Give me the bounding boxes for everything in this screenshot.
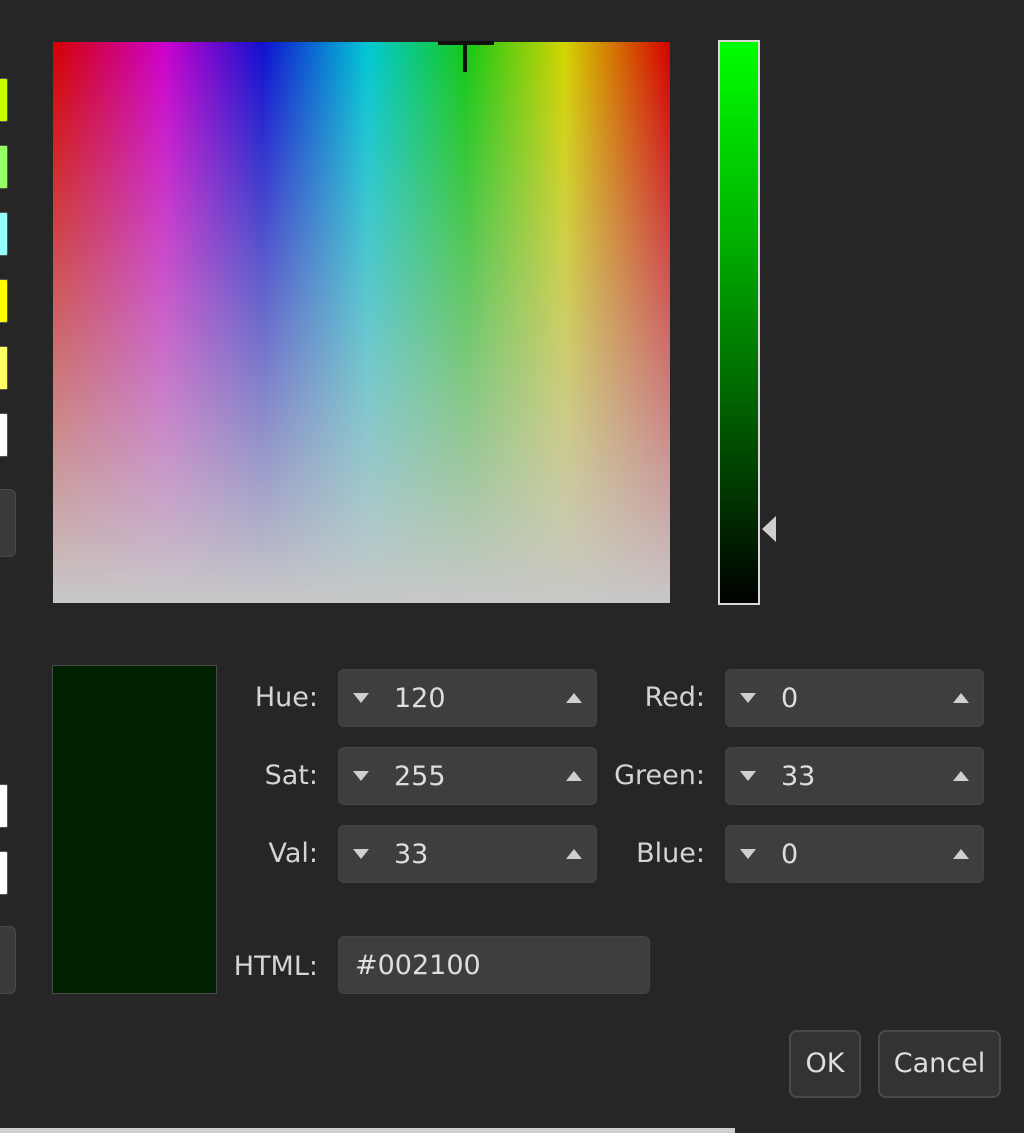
html-label: HTML: — [233, 951, 318, 982]
val-value[interactable]: 33 — [394, 826, 428, 884]
triangle-down-icon[interactable] — [353, 693, 369, 703]
hue-value[interactable]: 120 — [394, 670, 446, 728]
custom-swatch-2[interactable] — [0, 145, 8, 189]
triangle-left-icon[interactable] — [762, 516, 776, 542]
custom-swatch-4[interactable] — [0, 279, 8, 323]
custom-swatch-8[interactable] — [0, 851, 8, 895]
triangle-up-icon[interactable] — [953, 693, 969, 703]
custom-swatch-3[interactable] — [0, 212, 8, 256]
custom-swatch-6[interactable] — [0, 413, 8, 457]
scrollbar[interactable] — [0, 1128, 735, 1133]
html-hex-input[interactable]: #002100 — [338, 936, 650, 994]
green-spinbox[interactable]: 33 — [725, 747, 984, 805]
triangle-down-icon[interactable] — [353, 771, 369, 781]
blue-value[interactable]: 0 — [781, 826, 798, 884]
html-hex-value[interactable]: #002100 — [355, 937, 481, 995]
triangle-up-icon[interactable] — [566, 771, 582, 781]
value-slider[interactable] — [718, 40, 760, 605]
blue-label: Blue: — [636, 838, 705, 869]
cancel-button[interactable]: Cancel — [878, 1030, 1001, 1098]
triangle-down-icon[interactable] — [740, 693, 756, 703]
custom-swatch-1[interactable] — [0, 78, 8, 122]
ok-button[interactable]: OK — [789, 1030, 861, 1098]
triangle-down-icon[interactable] — [740, 849, 756, 859]
custom-swatch-7[interactable] — [0, 784, 8, 828]
triangle-down-icon[interactable] — [740, 771, 756, 781]
triangle-up-icon[interactable] — [953, 849, 969, 859]
pick-screen-color-button[interactable] — [0, 489, 16, 557]
triangle-down-icon[interactable] — [353, 849, 369, 859]
val-spinbox[interactable]: 33 — [338, 825, 597, 883]
blue-spinbox[interactable]: 0 — [725, 825, 984, 883]
green-label: Green: — [614, 760, 705, 791]
hue-label: Hue: — [254, 682, 318, 713]
sat-value[interactable]: 255 — [394, 748, 446, 806]
hue-spinbox[interactable]: 120 — [338, 669, 597, 727]
custom-swatch-5[interactable] — [0, 346, 8, 390]
red-value[interactable]: 0 — [781, 670, 798, 728]
triangle-up-icon[interactable] — [566, 693, 582, 703]
green-value[interactable]: 33 — [781, 748, 815, 806]
red-spinbox[interactable]: 0 — [725, 669, 984, 727]
sat-label: Sat: — [264, 760, 318, 791]
color-preview — [52, 665, 217, 994]
add-to-custom-colors-button[interactable] — [0, 926, 16, 994]
triangle-up-icon[interactable] — [566, 849, 582, 859]
red-label: Red: — [644, 682, 705, 713]
val-label: Val: — [268, 838, 318, 869]
sat-spinbox[interactable]: 255 — [338, 747, 597, 805]
triangle-up-icon[interactable] — [953, 771, 969, 781]
hue-saturation-field[interactable] — [53, 42, 670, 603]
